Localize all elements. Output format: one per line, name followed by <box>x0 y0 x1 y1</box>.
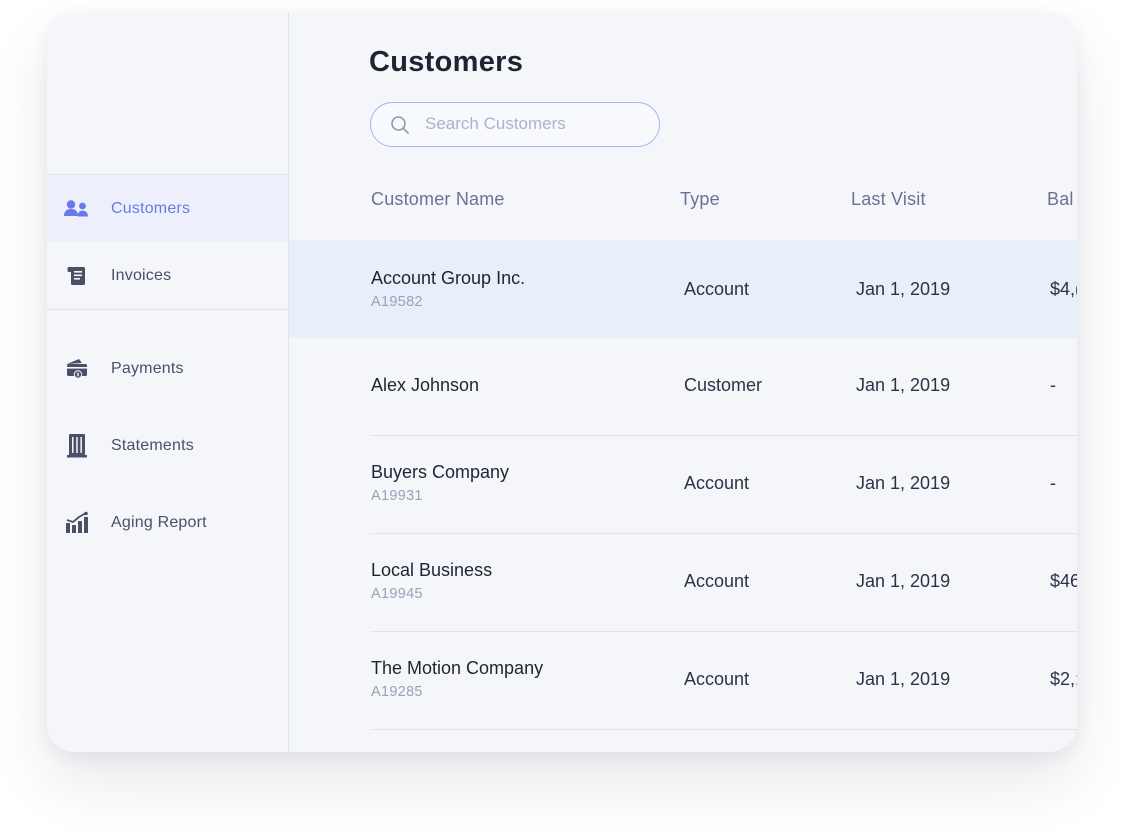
last-visit: Jan 1, 2019 <box>856 669 951 689</box>
statements-icon <box>63 433 91 458</box>
column-header-balance[interactable]: Bal <box>1047 189 1074 210</box>
customer-name: Account Group Inc. <box>371 268 526 288</box>
customers-icon <box>63 197 91 221</box>
customer-name: Local Business <box>371 560 493 580</box>
payments-icon <box>63 357 91 381</box>
balance: - <box>1050 375 1056 395</box>
table-row[interactable]: Buyers Company A19931 Account Jan 1, 201… <box>289 436 1077 534</box>
customer-name: Alex Johnson <box>371 375 480 395</box>
main-content: Customers Customer Name Type Last Visit … <box>289 12 1077 752</box>
table-row[interactable]: The Motion Company A19285 Account Jan 1,… <box>289 632 1077 730</box>
last-visit: Jan 1, 2019 <box>856 279 951 299</box>
search-box[interactable] <box>370 102 660 147</box>
aging-report-icon <box>63 511 91 535</box>
balance: $46 <box>1050 571 1077 591</box>
customer-id: A19931 <box>371 488 423 504</box>
customer-type: Account <box>684 473 750 493</box>
sidebar-item-label: Customers <box>111 199 191 217</box>
column-header-last-visit[interactable]: Last Visit <box>851 189 926 210</box>
customer-id: A19285 <box>371 684 423 700</box>
last-visit: Jan 1, 2019 <box>856 473 951 493</box>
customer-type: Account <box>684 669 750 689</box>
table-row[interactable]: Account Group Inc. A19582 Account Jan 1,… <box>289 240 1077 338</box>
customer-id: A19582 <box>371 294 423 310</box>
column-header-customer-name[interactable]: Customer Name <box>371 189 505 210</box>
search-input[interactable] <box>425 103 645 145</box>
sidebar-item-label: Aging Report <box>111 513 207 531</box>
app-window: Customers Invoices Payments Statements A… <box>47 12 1077 752</box>
invoices-icon <box>63 264 91 288</box>
column-header-type[interactable]: Type <box>680 189 720 210</box>
sidebar-item-label: Statements <box>111 436 194 454</box>
table-row[interactable]: Local Business A19945 Account Jan 1, 201… <box>289 534 1077 632</box>
sidebar-secondary-nav: Payments Statements Aging Report <box>47 330 288 561</box>
search-icon <box>390 115 410 140</box>
customer-type: Customer <box>684 375 763 395</box>
sidebar-item-customers[interactable]: Customers <box>47 175 288 242</box>
sidebar-item-invoices[interactable]: Invoices <box>47 242 288 309</box>
balance: $4,( <box>1050 279 1077 299</box>
balance: $2,; <box>1050 669 1077 689</box>
sidebar-item-statements[interactable]: Statements <box>47 407 288 484</box>
last-visit: Jan 1, 2019 <box>856 375 951 395</box>
page-title: Customers <box>369 46 524 78</box>
sidebar: Customers Invoices Payments Statements A… <box>47 12 289 752</box>
customer-type: Account <box>684 279 750 299</box>
customer-name: Buyers Company <box>371 462 510 482</box>
customer-id: A19945 <box>371 586 423 602</box>
sidebar-item-label: Payments <box>111 359 184 377</box>
table-row[interactable]: Alex Johnson Customer Jan 1, 2019 - <box>289 338 1077 436</box>
sidebar-item-payments[interactable]: Payments <box>47 330 288 407</box>
customer-name: The Motion Company <box>371 658 544 678</box>
row-divider <box>370 729 1077 730</box>
sidebar-item-aging-report[interactable]: Aging Report <box>47 484 288 561</box>
sidebar-item-label: Invoices <box>111 266 172 284</box>
balance: - <box>1050 473 1056 493</box>
customer-table: Account Group Inc. A19582 Account Jan 1,… <box>289 240 1077 730</box>
customer-type: Account <box>684 571 750 591</box>
sidebar-primary-nav: Customers Invoices <box>47 174 288 310</box>
last-visit: Jan 1, 2019 <box>856 571 951 591</box>
